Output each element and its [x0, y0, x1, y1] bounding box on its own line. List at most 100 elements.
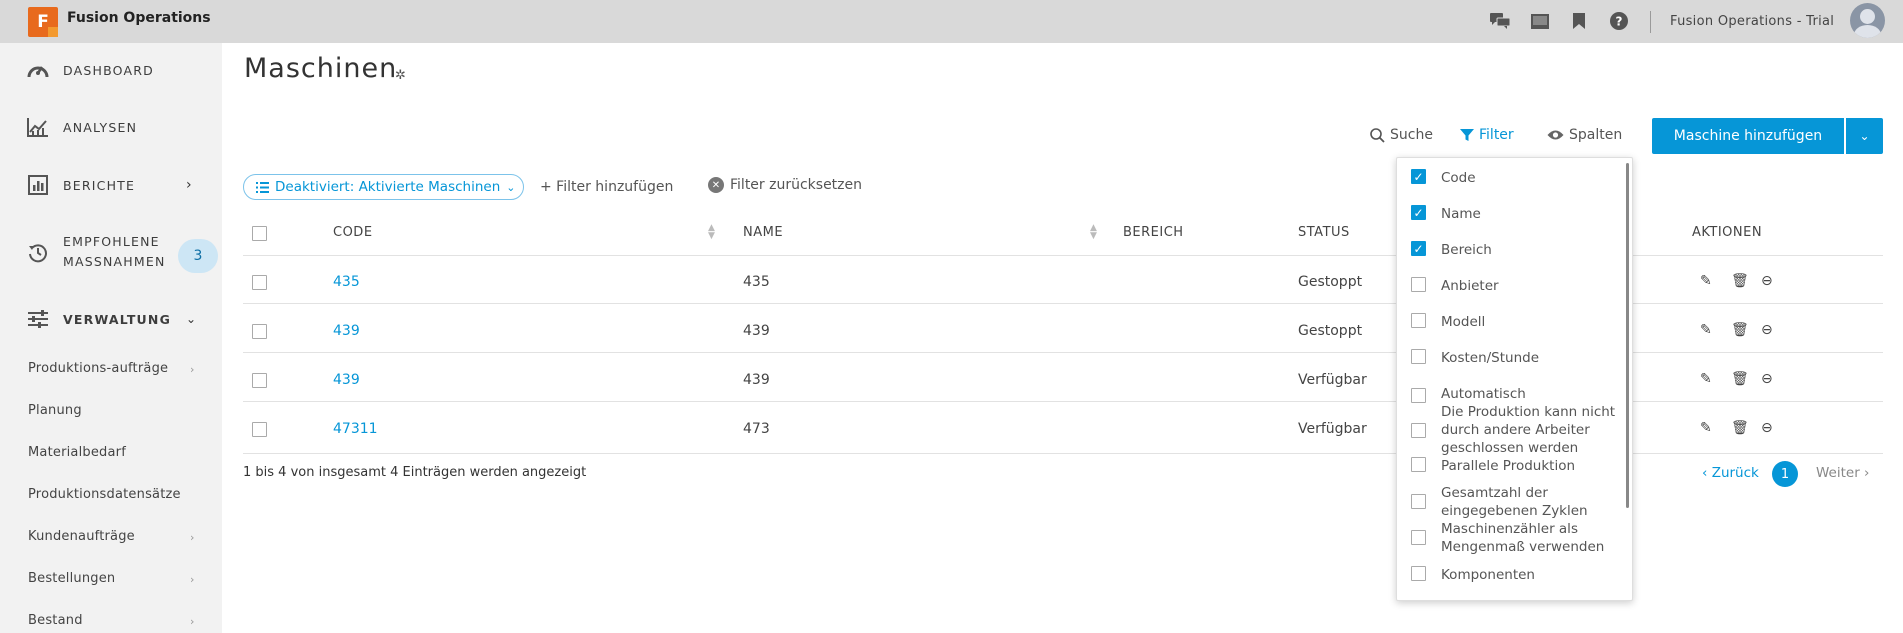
sidebar-subitem-planung[interactable]: Planung — [28, 403, 82, 418]
column-option-kosten-stunde[interactable]: Kosten/Stunde — [1411, 349, 1616, 367]
select-all-checkbox[interactable] — [252, 226, 267, 241]
divider — [243, 303, 1883, 304]
checkbox[interactable] — [1411, 566, 1426, 581]
column-option-parallele-produktion[interactable]: Parallele Produktion — [1411, 457, 1616, 475]
deactivate-icon[interactable]: ⊖ — [1761, 420, 1773, 436]
gear-icon[interactable]: ✲ — [395, 68, 406, 83]
help-icon[interactable]: ? — [1609, 12, 1629, 30]
avatar[interactable] — [1850, 3, 1885, 38]
columns-dropdown: ✓ Code ✓ Name ✓ Bereich Anbieter Modell Kos… — [1396, 157, 1633, 601]
svg-text:?: ? — [1616, 15, 1623, 29]
sidebar-subitem-produktionsauftraege[interactable]: Produktions-aufträge — [28, 361, 168, 376]
search-button[interactable]: Suche — [1370, 127, 1433, 143]
column-option-gesamtzahl-zyklen[interactable]: Gesamtzahl der eingegebenen Zyklen — [1411, 484, 1616, 520]
row-checkbox[interactable] — [252, 422, 267, 437]
add-machine-dropdown-button[interactable]: ⌄ — [1846, 118, 1883, 154]
edit-icon[interactable]: ✎ — [1700, 273, 1712, 289]
sidebar-subitem-kundenauftraege[interactable]: Kundenaufträge — [28, 529, 135, 544]
checkbox[interactable] — [1411, 277, 1426, 292]
sidebar-item-verwaltung[interactable]: VERWALTUNG ⌄ — [0, 299, 222, 339]
deactivate-icon[interactable]: ⊖ — [1761, 273, 1773, 289]
sidebar-item-berichte[interactable]: BERICHTE › — [0, 165, 222, 205]
row-checkbox[interactable] — [252, 373, 267, 388]
columns-button[interactable]: Spalten — [1547, 127, 1622, 143]
bookmark-icon[interactable] — [1569, 12, 1589, 30]
page-number-button[interactable]: 1 — [1772, 461, 1798, 487]
edit-icon[interactable]: ✎ — [1700, 322, 1712, 338]
trash-icon[interactable]: 🗑 — [1731, 273, 1749, 289]
column-option-label: Name — [1441, 206, 1481, 222]
edit-icon[interactable]: ✎ — [1700, 371, 1712, 387]
row-code-link[interactable]: 439 — [333, 323, 360, 339]
sidebar-item-label-line2: MASSNAHMEN — [63, 254, 166, 269]
checkbox[interactable] — [1411, 494, 1426, 509]
column-option-name[interactable]: ✓ Name — [1411, 205, 1616, 223]
column-header-status[interactable]: STATUS — [1298, 225, 1350, 240]
checkbox[interactable] — [1411, 530, 1426, 545]
search-label: Suche — [1390, 127, 1433, 143]
add-machine-button[interactable]: Maschine hinzufügen — [1652, 118, 1844, 154]
column-option-label: Code — [1441, 170, 1476, 186]
sidebar-subitem-materialbedarf[interactable]: Materialbedarf — [28, 445, 126, 460]
row-code-link[interactable]: 47311 — [333, 421, 378, 437]
divider — [243, 352, 1883, 353]
trash-icon[interactable]: 🗑 — [1731, 322, 1749, 338]
row-code-link[interactable]: 435 — [333, 274, 360, 290]
column-option-maschinenzaehler[interactable]: Maschinenzähler als Mengenmaß verwenden — [1411, 520, 1616, 556]
active-filter-chip[interactable]: Deaktiviert: Aktivierte Maschinen ⌄ — [243, 174, 524, 200]
column-option-label: Maschinenzähler als Mengenmaß verwenden — [1441, 521, 1605, 555]
sort-icon[interactable]: ▲ ▼ — [1090, 224, 1097, 241]
reset-filter-button[interactable]: ✕ Filter zurücksetzen — [708, 177, 862, 193]
chevron-right-icon: › — [186, 177, 192, 193]
checkbox[interactable] — [1411, 388, 1426, 403]
next-page-button[interactable]: Weiter › — [1816, 465, 1869, 481]
column-option-anbieter[interactable]: Anbieter — [1411, 277, 1616, 295]
row-name: 473 — [743, 421, 770, 437]
column-option-modell[interactable]: Modell — [1411, 313, 1616, 331]
column-header-name[interactable]: NAME — [743, 225, 783, 240]
account-label[interactable]: Fusion Operations - Trial — [1670, 14, 1834, 29]
column-option-label: Die Produktion kann nicht durch andere A… — [1441, 404, 1616, 456]
chat-icon[interactable] — [1490, 12, 1510, 30]
column-header-bereich[interactable]: BEREICH — [1123, 225, 1184, 240]
report-icon — [27, 174, 49, 196]
column-option-label: Kosten/Stunde — [1441, 350, 1540, 366]
checkbox[interactable] — [1411, 457, 1426, 472]
edit-icon[interactable]: ✎ — [1700, 420, 1712, 436]
checkbox-checked[interactable]: ✓ — [1411, 169, 1426, 184]
dropdown-scrollbar[interactable] — [1626, 163, 1629, 508]
sidebar-subitem-bestellungen[interactable]: Bestellungen — [28, 571, 115, 586]
trash-icon[interactable]: 🗑 — [1731, 371, 1749, 387]
row-checkbox[interactable] — [252, 324, 267, 339]
sort-icon[interactable]: ▲ ▼ — [708, 224, 715, 241]
sidebar-subitem-produktionsdatensaetze[interactable]: Produktionsdatensätze — [28, 487, 181, 502]
checkbox[interactable] — [1411, 423, 1426, 438]
row-checkbox[interactable] — [252, 275, 267, 290]
previous-page-button[interactable]: ‹ Zurück — [1702, 465, 1759, 481]
app-logo[interactable]: F — [28, 7, 58, 37]
sidebar-item-analysen[interactable]: ANALYSEN — [0, 107, 222, 147]
sidebar-item-dashboard[interactable]: DASHBOARD — [0, 50, 222, 90]
deactivate-icon[interactable]: ⊖ — [1761, 322, 1773, 338]
deactivate-icon[interactable]: ⊖ — [1761, 371, 1773, 387]
filter-button[interactable]: Filter — [1460, 127, 1514, 143]
column-option-code[interactable]: ✓ Code — [1411, 169, 1616, 187]
column-option-komponenten[interactable]: Komponenten — [1411, 566, 1616, 584]
checkbox[interactable] — [1411, 313, 1426, 328]
checkbox[interactable] — [1411, 349, 1426, 364]
column-option-bereich[interactable]: ✓ Bereich — [1411, 241, 1616, 259]
sidebar-subitem-bestand[interactable]: Bestand — [28, 613, 83, 628]
checkbox-checked[interactable]: ✓ — [1411, 205, 1426, 220]
column-option-automatisch[interactable]: Automatisch — [1411, 385, 1616, 403]
trash-icon[interactable]: 🗑 — [1731, 420, 1749, 436]
chevron-down-icon: ⌄ — [186, 312, 197, 326]
checkbox-checked[interactable]: ✓ — [1411, 241, 1426, 256]
row-code-link[interactable]: 439 — [333, 372, 360, 388]
add-filter-button[interactable]: + Filter hinzufügen — [540, 179, 673, 195]
logo-letter: F — [37, 12, 49, 32]
column-option-produktion-nicht-geschlossen[interactable]: Die Produktion kann nicht durch andere A… — [1411, 403, 1616, 457]
column-option-label: Modell — [1441, 314, 1486, 330]
column-option-label: Anbieter — [1441, 278, 1499, 294]
screen-icon[interactable] — [1530, 12, 1550, 30]
column-header-code[interactable]: CODE — [333, 225, 373, 240]
